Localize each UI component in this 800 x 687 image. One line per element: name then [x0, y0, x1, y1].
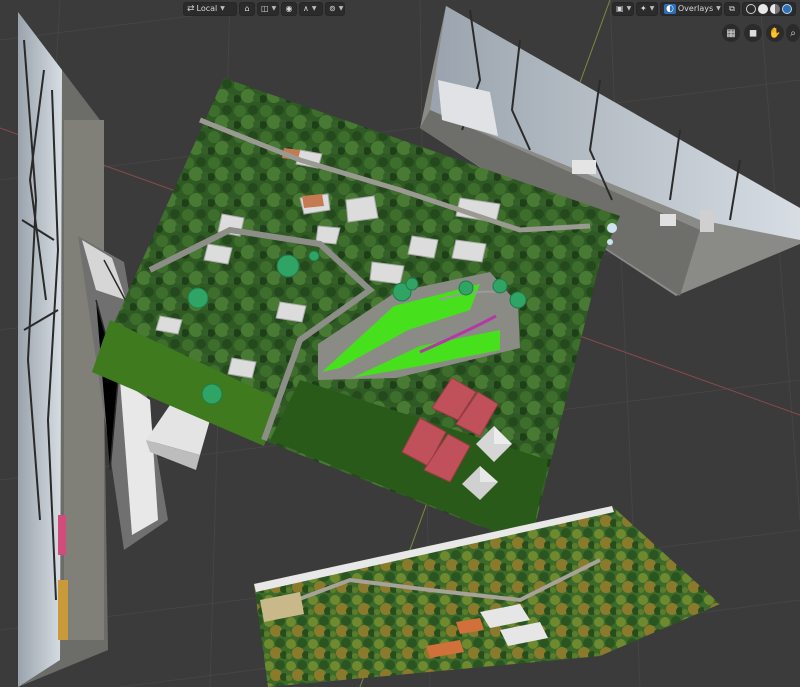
- snap-toggle[interactable]: ⌂: [239, 1, 255, 16]
- rendered-shading-icon[interactable]: [782, 3, 792, 14]
- camera-icon[interactable]: ◼: [744, 24, 762, 42]
- overlays-dropdown[interactable]: ◐ Overlays ▼: [660, 1, 722, 16]
- zoom-icon[interactable]: ⌕: [786, 24, 800, 42]
- axis-icon: ⇄: [187, 3, 195, 14]
- grid-view-icon[interactable]: ▦: [722, 24, 740, 42]
- xray-toggle[interactable]: ⧉: [724, 1, 740, 16]
- viewport-header-display: ▣ ▼ ✦ ▼ ◐ Overlays ▼ ⧉: [612, 1, 796, 16]
- visibility-icon: ▣: [616, 4, 624, 13]
- falloff-curve-icon: ∧: [303, 4, 309, 13]
- chevron-down-icon: ▼: [649, 5, 655, 12]
- transform-orientation-label: Local: [196, 4, 218, 13]
- viewport-scene[interactable]: [0, 0, 800, 687]
- falloff-dropdown[interactable]: ∧ ▼: [299, 1, 323, 16]
- shading-mode-group: [742, 1, 796, 16]
- chevron-down-icon: ▼: [626, 5, 632, 12]
- chevron-down-icon: ▼: [716, 5, 721, 12]
- snap-target-icon: ⊚: [329, 4, 336, 13]
- xray-icon: ⧉: [729, 3, 735, 13]
- material-shading-icon[interactable]: [770, 3, 780, 14]
- pivot-icon: ◫: [261, 4, 269, 13]
- proportional-edit-toggle[interactable]: ◉: [281, 1, 297, 16]
- proportional-edit-icon: ◉: [285, 4, 293, 13]
- viewport-header-tools: ⇄ Local ▼ ⌂ ◫ ▼ ◉ ∧ ▼ ⊚ ▼: [183, 1, 345, 16]
- wireframe-shading-icon[interactable]: [746, 3, 756, 14]
- snap-target-dropdown[interactable]: ⊚ ▼: [325, 1, 345, 16]
- gizmo-dropdown[interactable]: ✦ ▼: [636, 1, 658, 16]
- aerial-plane-bottom: [254, 506, 720, 687]
- photo-plane-left: [18, 12, 108, 687]
- hand-pan-icon[interactable]: ✋: [766, 24, 784, 42]
- 3d-viewport[interactable]: ⇄ Local ▼ ⌂ ◫ ▼ ◉ ∧ ▼ ⊚ ▼ ▣ ▼ ✦ ▼ ◐ Overlays …: [0, 0, 800, 687]
- transform-orientation-dropdown[interactable]: ⇄ Local ▼: [183, 1, 237, 16]
- overlays-icon: ◐: [664, 3, 676, 14]
- visibility-dropdown[interactable]: ▣ ▼: [612, 1, 634, 16]
- gizmo-icon: ✦: [640, 4, 647, 13]
- solid-shading-icon[interactable]: [758, 3, 768, 14]
- pivot-point-dropdown[interactable]: ◫ ▼: [257, 1, 279, 16]
- chevron-down-icon: ▼: [311, 5, 317, 12]
- overlays-label: Overlays: [677, 4, 714, 13]
- chevron-down-icon: ▼: [338, 5, 344, 12]
- chevron-down-icon: ▼: [220, 5, 225, 12]
- magnet-icon: ⌂: [244, 4, 250, 13]
- chevron-down-icon: ▼: [271, 5, 277, 12]
